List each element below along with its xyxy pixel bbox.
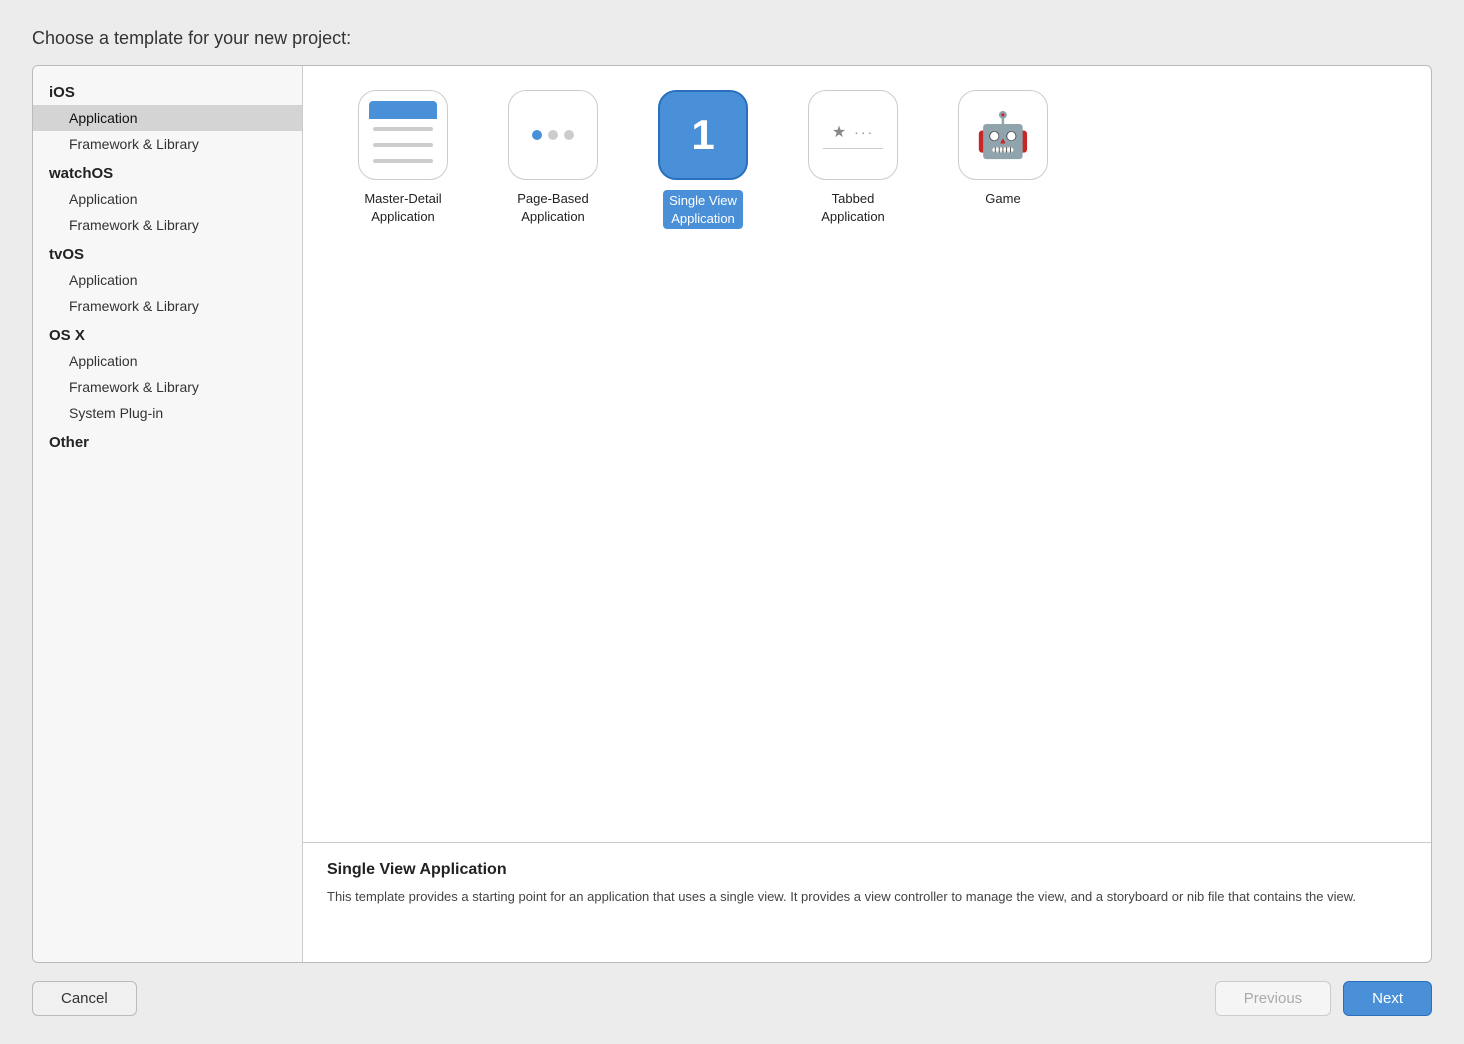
sidebar-item-tvos-application[interactable]: Application [33,267,302,293]
template-icon-tabbed: ★··· [808,90,898,180]
template-label-page-based: Page-Based Application [517,190,589,225]
template-icon-page-based [508,90,598,180]
template-item-single-view[interactable]: 1 Single View Application [633,90,773,229]
sidebar-item-tvos-framework[interactable]: Framework & Library [33,293,302,319]
bottom-right-buttons: Previous Next [1215,981,1432,1016]
sidebar-item-ios-application[interactable]: Application [33,105,302,131]
template-label-single-view: Single View Application [663,190,743,229]
sidebar-item-osx-plugin[interactable]: System Plug-in [33,400,302,426]
previous-button[interactable]: Previous [1215,981,1331,1016]
sidebar-item-osx-framework[interactable]: Framework & Library [33,374,302,400]
sidebar-group-ios[interactable]: iOS [33,76,302,105]
sidebar-item-watchos-framework[interactable]: Framework & Library [33,212,302,238]
next-button[interactable]: Next [1343,981,1432,1016]
sidebar-group-tvos[interactable]: tvOS [33,238,302,267]
template-icon-master-detail [358,90,448,180]
description-body: This template provides a starting point … [327,887,1407,907]
cancel-button[interactable]: Cancel [32,981,137,1016]
sidebar-item-watchos-application[interactable]: Application [33,186,302,212]
template-label-game: Game [985,190,1020,208]
template-icon-game: 🤖 [958,90,1048,180]
description-title: Single View Application [327,861,1407,879]
template-label-master-detail: Master-Detail Application [364,190,441,225]
template-item-page-based[interactable]: Page-Based Application [483,90,623,229]
right-panel: Master-Detail Application Page-Based Appl… [303,66,1431,962]
game-icon: 🤖 [976,109,1031,161]
template-item-master-detail[interactable]: Master-Detail Application [333,90,473,229]
dialog-title: Choose a template for your new project: [32,28,1432,49]
single-view-number: 1 [691,111,714,159]
description-area: Single View Application This template pr… [303,842,1431,962]
sidebar-group-other[interactable]: Other [33,426,302,455]
bottom-bar: Cancel Previous Next [32,963,1432,1016]
sidebar-item-ios-framework[interactable]: Framework & Library [33,131,302,157]
templates-area: Master-Detail Application Page-Based Appl… [303,66,1431,842]
sidebar: iOSApplicationFramework & LibrarywatchOS… [33,66,303,962]
sidebar-group-watchos[interactable]: watchOS [33,157,302,186]
sidebar-item-osx-application[interactable]: Application [33,348,302,374]
template-item-game[interactable]: 🤖 Game [933,90,1073,229]
template-label-tabbed: Tabbed Application [821,190,885,225]
template-item-tabbed[interactable]: ★··· Tabbed Application [783,90,923,229]
main-content: iOSApplicationFramework & LibrarywatchOS… [32,65,1432,963]
sidebar-group-os-x[interactable]: OS X [33,319,302,348]
template-icon-single-view: 1 [658,90,748,180]
